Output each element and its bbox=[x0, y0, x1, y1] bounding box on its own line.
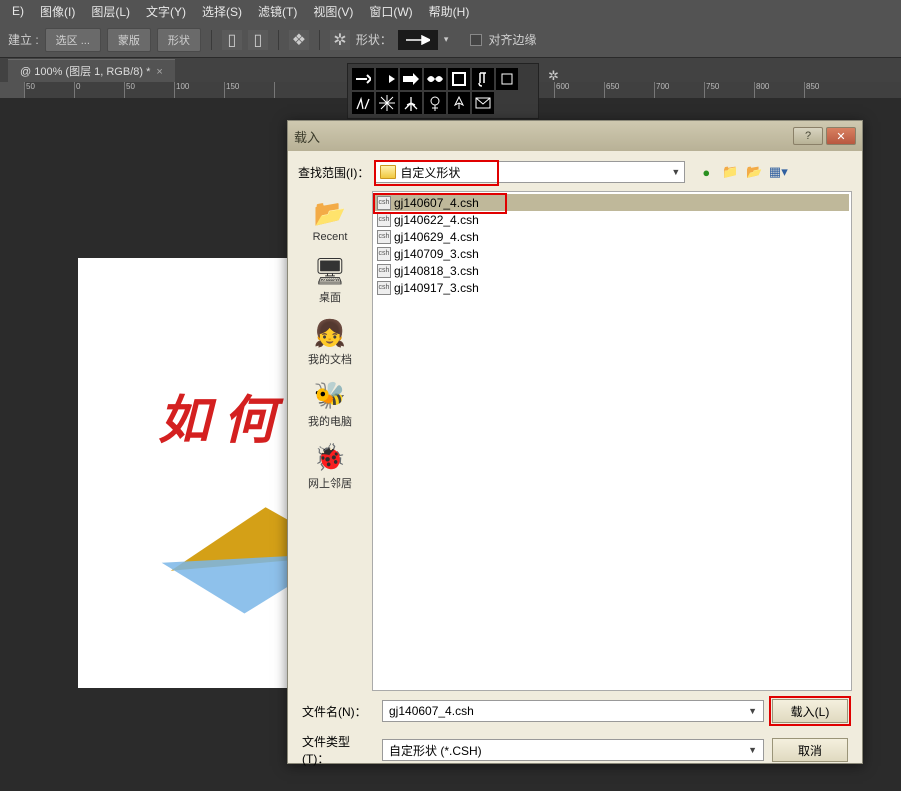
network-icon: 🐞 bbox=[312, 441, 348, 473]
document-tab[interactable]: @ 100% (图层 1, RGB/8) *× bbox=[8, 59, 175, 82]
look-in-value: 自定义形状 bbox=[400, 164, 460, 181]
shape-thumb[interactable] bbox=[400, 68, 422, 90]
csh-file-icon: csh bbox=[377, 230, 391, 244]
menu-help[interactable]: 帮助(H) bbox=[421, 3, 478, 20]
create-label: 建立 : bbox=[8, 31, 39, 48]
dialog-title: 载入 bbox=[294, 127, 320, 146]
menu-view[interactable]: 视图(V) bbox=[305, 3, 361, 20]
place-desktop[interactable]: 🖥桌面 bbox=[312, 255, 348, 305]
align-edges-label: 对齐边缘 bbox=[488, 31, 536, 48]
load-dialog: 载入 ? ✕ 查找范围(I)： 自定义形状 ▼ ● 📁 📂 ▦▾ 📂Recent… bbox=[287, 120, 863, 764]
file-item[interactable]: cshgj140818_3.csh bbox=[375, 262, 849, 279]
shape-thumb[interactable] bbox=[376, 68, 398, 90]
look-in-label: 查找范围(I)： bbox=[298, 164, 369, 181]
menu-file[interactable]: E) bbox=[4, 4, 32, 18]
menu-image[interactable]: 图像(I) bbox=[32, 3, 83, 20]
shape-thumb[interactable] bbox=[472, 68, 494, 90]
filename-label: 文件名(N)： bbox=[302, 703, 374, 720]
gear-icon[interactable]: ✲ bbox=[330, 30, 350, 50]
menu-select[interactable]: 选择(S) bbox=[194, 3, 250, 20]
back-icon[interactable]: ● bbox=[697, 163, 715, 181]
shape-picker[interactable] bbox=[398, 30, 438, 50]
view-menu-icon[interactable]: ▦▾ bbox=[769, 163, 787, 181]
shapes-flyout-panel[interactable] bbox=[347, 63, 539, 119]
menu-window[interactable]: 窗口(W) bbox=[361, 3, 420, 20]
file-list[interactable]: csh gj140607_4.csh cshgj140622_4.csh csh… bbox=[372, 191, 852, 691]
menu-filter[interactable]: 滤镜(T) bbox=[250, 3, 305, 20]
menu-layer[interactable]: 图层(L) bbox=[83, 3, 138, 20]
shape-thumb[interactable] bbox=[400, 92, 422, 114]
separator bbox=[211, 30, 212, 50]
align-right-icon[interactable]: ▯ bbox=[248, 30, 268, 50]
align-left-icon[interactable]: ▯ bbox=[222, 30, 242, 50]
desktop-icon: 🖥 bbox=[312, 255, 348, 287]
place-network[interactable]: 🐞网上邻居 bbox=[308, 441, 352, 491]
selection-button[interactable]: 选区 ... bbox=[45, 28, 101, 52]
shape-thumb[interactable] bbox=[424, 68, 446, 90]
separator bbox=[278, 30, 279, 50]
filetype-combo[interactable]: 自定形状 (*.CSH)▼ bbox=[382, 739, 764, 761]
filetype-label: 文件类型(T)： bbox=[302, 733, 374, 767]
shape-thumb[interactable] bbox=[424, 92, 446, 114]
csh-file-icon: csh bbox=[377, 281, 391, 295]
look-in-combo[interactable]: 自定义形状 ▼ bbox=[375, 161, 685, 183]
mask-button[interactable]: 蒙版 bbox=[107, 28, 151, 52]
place-recent[interactable]: 📂Recent bbox=[312, 197, 348, 243]
menu-bar: E) 图像(I) 图层(L) 文字(Y) 选择(S) 滤镜(T) 视图(V) 窗… bbox=[0, 0, 901, 22]
place-mycomputer[interactable]: 🐝我的电脑 bbox=[308, 379, 352, 429]
file-item[interactable]: cshgj140917_3.csh bbox=[375, 279, 849, 296]
folder-icon bbox=[380, 165, 396, 179]
shape-thumb[interactable] bbox=[352, 68, 374, 90]
file-item[interactable]: cshgj140709_3.csh bbox=[375, 245, 849, 262]
csh-file-icon: csh bbox=[377, 213, 391, 227]
help-button[interactable]: ? bbox=[793, 127, 823, 145]
shape-label: 形状： bbox=[356, 31, 392, 48]
dialog-titlebar[interactable]: 载入 ? ✕ bbox=[288, 121, 862, 151]
stack-icon[interactable]: ❖ bbox=[289, 30, 309, 50]
shapes-panel-menu-icon[interactable]: ✲ bbox=[548, 68, 559, 84]
shape-thumb[interactable] bbox=[472, 92, 494, 114]
close-button[interactable]: ✕ bbox=[826, 127, 856, 145]
file-item[interactable]: cshgj140622_4.csh bbox=[375, 211, 849, 228]
file-item[interactable]: cshgj140629_4.csh bbox=[375, 228, 849, 245]
dropdown-arrow-icon[interactable]: ▼ bbox=[671, 167, 680, 177]
options-bar: 建立 : 选区 ... 蒙版 形状 ▯ ▯ ❖ ✲ 形状： ▾ 对齐边缘 bbox=[0, 22, 901, 58]
shape-thumb[interactable] bbox=[352, 92, 374, 114]
shape-thumb[interactable] bbox=[496, 68, 518, 90]
separator bbox=[319, 30, 320, 50]
places-bar: 📂Recent 🖥桌面 👧我的文档 🐝我的电脑 🐞网上邻居 bbox=[288, 191, 372, 691]
shape-thumb[interactable] bbox=[448, 92, 470, 114]
csh-file-icon: csh bbox=[377, 264, 391, 278]
dropdown-arrow-icon[interactable]: ▼ bbox=[748, 745, 757, 755]
shape-thumb[interactable] bbox=[448, 68, 470, 90]
align-edges-checkbox[interactable] bbox=[470, 34, 482, 46]
file-item-selected[interactable]: csh gj140607_4.csh bbox=[375, 194, 849, 211]
csh-file-icon: csh bbox=[377, 247, 391, 261]
up-folder-icon[interactable]: 📁 bbox=[721, 163, 739, 181]
mycomputer-icon: 🐝 bbox=[312, 379, 348, 411]
close-tab-icon[interactable]: × bbox=[156, 66, 162, 78]
load-button[interactable]: 载入(L) bbox=[772, 699, 848, 723]
recent-icon: 📂 bbox=[312, 197, 348, 229]
shape-thumb[interactable] bbox=[376, 92, 398, 114]
place-mydocs[interactable]: 👧我的文档 bbox=[308, 317, 352, 367]
dropdown-arrow-icon[interactable]: ▼ bbox=[748, 706, 757, 716]
csh-file-icon: csh bbox=[377, 196, 391, 210]
cancel-button[interactable]: 取消 bbox=[772, 738, 848, 762]
shape-button[interactable]: 形状 bbox=[157, 28, 201, 52]
new-folder-icon[interactable]: 📂 bbox=[745, 163, 763, 181]
menu-type[interactable]: 文字(Y) bbox=[138, 3, 194, 20]
mydocs-icon: 👧 bbox=[312, 317, 348, 349]
filename-input[interactable]: gj140607_4.csh▼ bbox=[382, 700, 764, 722]
shape-dropdown-arrow[interactable]: ▾ bbox=[444, 34, 449, 45]
